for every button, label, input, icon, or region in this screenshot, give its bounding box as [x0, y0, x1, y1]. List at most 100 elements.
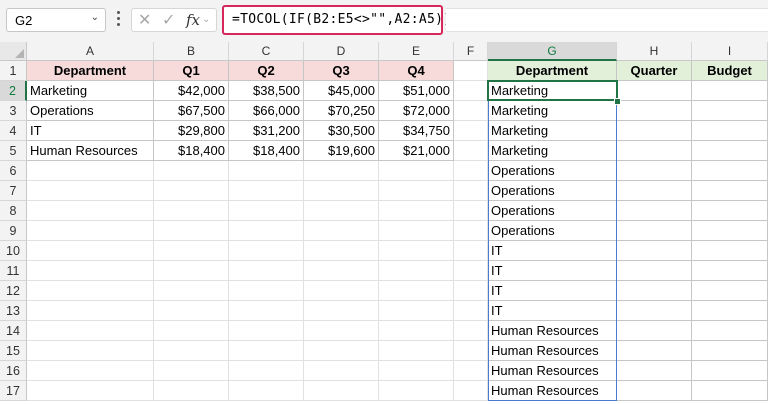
quarter-cell[interactable]: [617, 161, 692, 181]
grid-cell[interactable]: [304, 381, 379, 401]
grid-cell[interactable]: [27, 221, 154, 241]
source-data-cell[interactable]: $66,000: [229, 101, 304, 121]
row-header-6[interactable]: 6: [0, 161, 27, 181]
grid-cell[interactable]: [27, 201, 154, 221]
grid-cell[interactable]: [304, 161, 379, 181]
spill-result-cell[interactable]: IT: [488, 281, 617, 301]
quarter-cell[interactable]: [617, 121, 692, 141]
column-header-e[interactable]: E: [379, 42, 454, 61]
grid-cell[interactable]: [379, 221, 454, 241]
source-data-cell[interactable]: $19,600: [304, 141, 379, 161]
grid-cell[interactable]: [379, 381, 454, 401]
grid-cell[interactable]: [304, 261, 379, 281]
source-data-cell[interactable]: $18,400: [229, 141, 304, 161]
grid-cell[interactable]: [379, 361, 454, 381]
grid-cell[interactable]: [154, 361, 229, 381]
grid-cell[interactable]: [154, 241, 229, 261]
grid-cell[interactable]: [154, 221, 229, 241]
grid-cell[interactable]: [154, 281, 229, 301]
grid-cell[interactable]: [304, 221, 379, 241]
row-header-13[interactable]: 13: [0, 301, 27, 321]
quarter-cell[interactable]: [617, 81, 692, 101]
column-header-a[interactable]: A: [27, 42, 154, 61]
grid-cell[interactable]: [154, 341, 229, 361]
grid-cell[interactable]: [454, 341, 488, 361]
grid-cell[interactable]: [304, 361, 379, 381]
grid-cell[interactable]: [229, 181, 304, 201]
grid-cell[interactable]: [229, 261, 304, 281]
grid-cell[interactable]: [154, 201, 229, 221]
row-header-7[interactable]: 7: [0, 181, 27, 201]
row-header-9[interactable]: 9: [0, 221, 27, 241]
source-header-cell[interactable]: Q2: [229, 61, 304, 81]
quarter-cell[interactable]: [617, 221, 692, 241]
row-header-10[interactable]: 10: [0, 241, 27, 261]
cancel-icon[interactable]: ✕: [138, 10, 151, 30]
budget-cell[interactable]: [692, 121, 768, 141]
name-box[interactable]: G2 ⌄: [6, 8, 106, 32]
column-header-h[interactable]: H: [617, 42, 692, 61]
grid-cell[interactable]: [154, 381, 229, 401]
grid-cell[interactable]: [454, 61, 488, 81]
budget-cell[interactable]: [692, 261, 768, 281]
grid-cell[interactable]: [454, 381, 488, 401]
grid-cell[interactable]: [454, 101, 488, 121]
grid-cell[interactable]: [379, 161, 454, 181]
grid-cell[interactable]: [154, 261, 229, 281]
grid-cell[interactable]: [454, 261, 488, 281]
grid-cell[interactable]: [154, 321, 229, 341]
grid-cell[interactable]: [27, 301, 154, 321]
grid-cell[interactable]: [27, 181, 154, 201]
column-header-c[interactable]: C: [229, 42, 304, 61]
grid-cell[interactable]: [27, 261, 154, 281]
chevron-down-icon[interactable]: ⌄: [202, 14, 210, 25]
grid-cell[interactable]: [379, 201, 454, 221]
grid-cell[interactable]: [154, 161, 229, 181]
row-header-14[interactable]: 14: [0, 321, 27, 341]
grid-cell[interactable]: [379, 321, 454, 341]
spill-result-cell[interactable]: IT: [488, 301, 617, 321]
column-header-d[interactable]: D: [304, 42, 379, 61]
budget-cell[interactable]: [692, 301, 768, 321]
source-header-cell[interactable]: Q3: [304, 61, 379, 81]
fill-handle[interactable]: [614, 98, 621, 105]
grid-cell[interactable]: [454, 361, 488, 381]
quarter-cell[interactable]: [617, 261, 692, 281]
grid-cell[interactable]: [379, 281, 454, 301]
grid-cell[interactable]: [379, 341, 454, 361]
row-header-12[interactable]: 12: [0, 281, 27, 301]
grid-cell[interactable]: [454, 301, 488, 321]
grid-cell[interactable]: [454, 321, 488, 341]
grid-cell[interactable]: [27, 161, 154, 181]
grid-cell[interactable]: [229, 241, 304, 261]
grid-cell[interactable]: [454, 161, 488, 181]
grid-cell[interactable]: [229, 301, 304, 321]
grid-cell[interactable]: [454, 221, 488, 241]
column-header-b[interactable]: B: [154, 42, 229, 61]
grid-cell[interactable]: [454, 121, 488, 141]
result-header-cell[interactable]: Budget: [692, 61, 768, 81]
quarter-cell[interactable]: [617, 321, 692, 341]
spill-result-cell[interactable]: Human Resources: [488, 341, 617, 361]
grid-cell[interactable]: [304, 301, 379, 321]
budget-cell[interactable]: [692, 241, 768, 261]
grid-cell[interactable]: [304, 341, 379, 361]
source-data-cell[interactable]: $31,200: [229, 121, 304, 141]
grid-cell[interactable]: [229, 321, 304, 341]
source-header-cell[interactable]: Q4: [379, 61, 454, 81]
budget-cell[interactable]: [692, 381, 768, 401]
spill-result-cell[interactable]: Marketing: [488, 141, 617, 161]
quarter-cell[interactable]: [617, 241, 692, 261]
result-header-cell[interactable]: Department: [488, 61, 617, 81]
grid-cell[interactable]: [229, 361, 304, 381]
grid-cell[interactable]: [454, 181, 488, 201]
chevron-down-icon[interactable]: ⌄: [91, 12, 99, 23]
source-data-cell[interactable]: Marketing: [27, 81, 154, 101]
source-data-cell[interactable]: $29,800: [154, 121, 229, 141]
spill-result-cell[interactable]: Human Resources: [488, 361, 617, 381]
row-header-3[interactable]: 3: [0, 101, 27, 121]
budget-cell[interactable]: [692, 161, 768, 181]
source-data-cell[interactable]: $45,000: [304, 81, 379, 101]
quarter-cell[interactable]: [617, 341, 692, 361]
grid-cell[interactable]: [454, 141, 488, 161]
